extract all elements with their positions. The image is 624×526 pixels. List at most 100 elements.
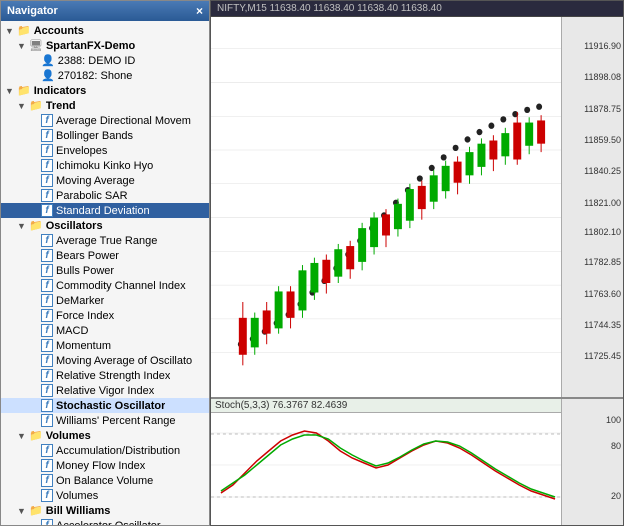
indicator-icon: f bbox=[41, 159, 53, 172]
price-level-1: 11916.90 bbox=[584, 41, 621, 51]
expand-icon: ▼ bbox=[17, 221, 27, 231]
bb-item[interactable]: f Bollinger Bands bbox=[1, 128, 209, 143]
expand-icon: ▼ bbox=[5, 86, 15, 96]
macd-label: MACD bbox=[56, 325, 88, 337]
indicator-icon: f bbox=[41, 204, 53, 217]
bulls-item[interactable]: f Bulls Power bbox=[1, 263, 209, 278]
price-level-4: 11859.50 bbox=[584, 135, 621, 145]
demo-id-item[interactable]: 👤 2388: DEMO ID bbox=[1, 53, 209, 68]
navigator-title-bar: Navigator × bbox=[1, 1, 209, 21]
ich-label: Ichimoku Kinko Hyo bbox=[56, 160, 153, 172]
mao-label: Moving Average of Oscillato bbox=[56, 355, 192, 367]
accum-label: Accumulation/Distribution bbox=[56, 445, 180, 457]
oscillators-folder[interactable]: ▼ 📁 Oscillators bbox=[1, 218, 209, 233]
indicators-label: Indicators bbox=[34, 85, 87, 97]
stoch-label: Stochastic Oscillator bbox=[56, 400, 165, 412]
chart-title: NIFTY,M15 11638.40 11638.40 11638.40 116… bbox=[217, 3, 442, 14]
indicator-icon: f bbox=[41, 519, 53, 525]
indicator-icon: f bbox=[41, 279, 53, 292]
env-item[interactable]: f Envelopes bbox=[1, 143, 209, 158]
main-chart-canvas[interactable] bbox=[211, 17, 561, 397]
chart-header: NIFTY,M15 11638.40 11638.40 11638.40 116… bbox=[211, 1, 623, 17]
navigator-title: Navigator bbox=[7, 5, 58, 17]
psar-item[interactable]: f Parabolic SAR bbox=[1, 188, 209, 203]
price-level-7: 11802.10 bbox=[584, 227, 621, 237]
stoch-chart-canvas[interactable]: Stoch(5,3,3) 76.3767 82.4639 bbox=[211, 399, 561, 525]
adm-item[interactable]: f Average Directional Movem bbox=[1, 113, 209, 128]
indicators-root[interactable]: ▼ 📁 Indicators bbox=[1, 83, 209, 98]
trend-folder[interactable]: ▼ 📁 Trend bbox=[1, 98, 209, 113]
momentum-item[interactable]: f Momentum bbox=[1, 338, 209, 353]
indicator-icon: f bbox=[41, 444, 53, 457]
price-level-10: 11744.35 bbox=[584, 320, 621, 330]
ma-item[interactable]: f Moving Average bbox=[1, 173, 209, 188]
main-chart-row: 11916.90 11898.08 11878.75 11859.50 1184… bbox=[211, 17, 623, 397]
bw-folder[interactable]: ▼ 📁 Bill Williams bbox=[1, 503, 209, 518]
volumes-ind-item[interactable]: f Volumes bbox=[1, 488, 209, 503]
stoch-level-20: 20 bbox=[611, 491, 621, 501]
expand-icon: ▼ bbox=[17, 41, 27, 51]
folder-icon3: 📁 bbox=[29, 99, 43, 112]
stoch-header: Stoch(5,3,3) 76.3767 82.4639 bbox=[211, 399, 561, 413]
shone-item[interactable]: 👤 270182: Shone bbox=[1, 68, 209, 83]
sub-chart-container: Stoch(5,3,3) 76.3767 82.4639 100 bbox=[211, 397, 623, 525]
mao-item[interactable]: f Moving Average of Oscillato bbox=[1, 353, 209, 368]
accel-label: Accelerator Oscillator bbox=[56, 520, 161, 526]
chart-area: NIFTY,M15 11638.40 11638.40 11638.40 116… bbox=[210, 0, 624, 526]
price-level-3: 11878.75 bbox=[584, 104, 621, 114]
shone-label: 270182: Shone bbox=[58, 70, 133, 82]
indicator-icon: f bbox=[41, 324, 53, 337]
ich-item[interactable]: f Ichimoku Kinko Hyo bbox=[1, 158, 209, 173]
spartanfx-label: SpartanFX-Demo bbox=[46, 40, 135, 52]
folder-icon5: 📁 bbox=[29, 429, 43, 442]
expand-icon: ▼ bbox=[5, 26, 15, 36]
stoch-svg bbox=[211, 413, 561, 518]
bears-item[interactable]: f Bears Power bbox=[1, 248, 209, 263]
wpr-label: Williams' Percent Range bbox=[56, 415, 175, 427]
wpr-item[interactable]: f Williams' Percent Range bbox=[1, 413, 209, 428]
accel-item[interactable]: f Accelerator Oscillator bbox=[1, 518, 209, 525]
rvi-item[interactable]: f Relative Vigor Index bbox=[1, 383, 209, 398]
env-label: Envelopes bbox=[56, 145, 107, 157]
stddev-item[interactable]: f Standard Deviation bbox=[1, 203, 209, 218]
accounts-label: Accounts bbox=[34, 25, 84, 37]
macd-item[interactable]: f MACD bbox=[1, 323, 209, 338]
indicator-icon: f bbox=[41, 129, 53, 142]
force-item[interactable]: f Force Index bbox=[1, 308, 209, 323]
demarker-item[interactable]: f DeMarker bbox=[1, 293, 209, 308]
obv-item[interactable]: f On Balance Volume bbox=[1, 473, 209, 488]
stoch-title: Stoch(5,3,3) 76.3767 82.4639 bbox=[215, 400, 347, 411]
volumes-label: Volumes bbox=[46, 430, 91, 442]
close-button[interactable]: × bbox=[196, 4, 203, 18]
indicator-icon: f bbox=[41, 309, 53, 322]
indicator-icon: f bbox=[41, 339, 53, 352]
expand-icon: ▼ bbox=[17, 506, 27, 516]
folder-icon: 📁 bbox=[17, 24, 31, 37]
rsi-item[interactable]: f Relative Strength Index bbox=[1, 368, 209, 383]
mfi-item[interactable]: f Money Flow Index bbox=[1, 458, 209, 473]
stoch-axis: 100 80 20 bbox=[561, 399, 623, 525]
cci-item[interactable]: f Commodity Channel Index bbox=[1, 278, 209, 293]
atr-label: Average True Range bbox=[56, 235, 157, 247]
indicator-icon: f bbox=[41, 174, 53, 187]
price-level-9: 11763.60 bbox=[584, 289, 621, 299]
volumes-ind-label: Volumes bbox=[56, 490, 98, 502]
price-level-2: 11898.08 bbox=[584, 72, 621, 82]
volumes-folder[interactable]: ▼ 📁 Volumes bbox=[1, 428, 209, 443]
indicator-icon: f bbox=[41, 384, 53, 397]
bb-label: Bollinger Bands bbox=[56, 130, 133, 142]
mfi-label: Money Flow Index bbox=[56, 460, 145, 472]
price-axis: 11916.90 11898.08 11878.75 11859.50 1184… bbox=[561, 17, 623, 397]
indicator-icon: f bbox=[41, 189, 53, 202]
navigator-panel: Navigator × ▼ 📁 Accounts ▼ 🖥 SpartanFX-D… bbox=[0, 0, 210, 526]
stoch-item[interactable]: f Stochastic Oscillator bbox=[1, 398, 209, 413]
oscillators-label: Oscillators bbox=[46, 220, 103, 232]
accum-item[interactable]: f Accumulation/Distribution bbox=[1, 443, 209, 458]
spartanfx-item[interactable]: ▼ 🖥 SpartanFX-Demo bbox=[1, 38, 209, 53]
person-icon: 👤 bbox=[41, 54, 55, 67]
bears-label: Bears Power bbox=[56, 250, 119, 262]
rsi-label: Relative Strength Index bbox=[56, 370, 170, 382]
person-icon2: 👤 bbox=[41, 69, 55, 82]
atr-item[interactable]: f Average True Range bbox=[1, 233, 209, 248]
accounts-root[interactable]: ▼ 📁 Accounts bbox=[1, 23, 209, 38]
